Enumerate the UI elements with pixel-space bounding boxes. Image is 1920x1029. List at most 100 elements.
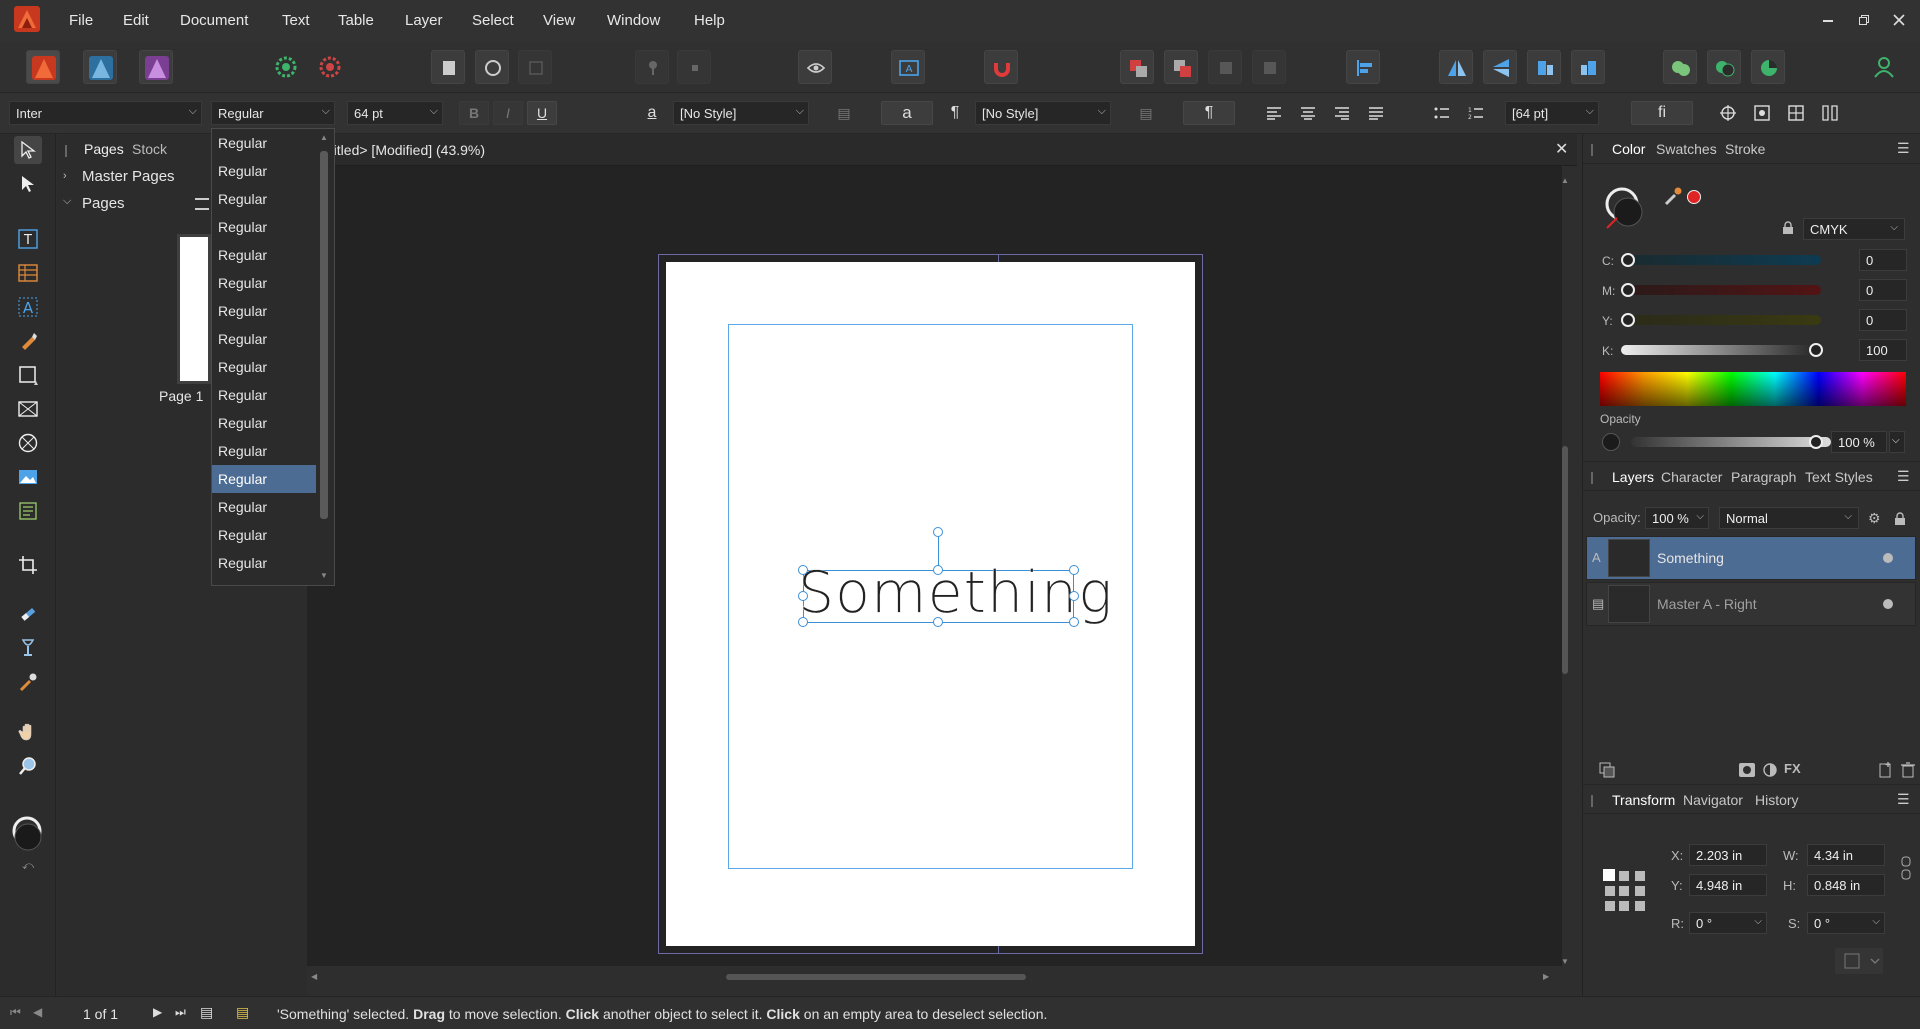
- rotate-right-icon[interactable]: [1571, 50, 1605, 84]
- adjustment-layer-icon[interactable]: [1763, 763, 1777, 777]
- affinity-publisher-logo-icon[interactable]: [14, 6, 40, 32]
- tab-stroke[interactable]: Stroke: [1725, 141, 1765, 157]
- font-style-option[interactable]: Regular: [212, 297, 316, 325]
- channel-slider-knob[interactable]: [1621, 313, 1635, 327]
- character-style-field[interactable]: [No Style] ⌵: [673, 101, 809, 125]
- menu-edit[interactable]: Edit: [123, 12, 149, 29]
- add-layer-icon[interactable]: [1879, 762, 1893, 778]
- menu-text[interactable]: Text: [282, 12, 310, 29]
- layer-visibility-icon[interactable]: [1883, 553, 1893, 563]
- lock-icon[interactable]: [1781, 221, 1795, 235]
- tab-stock[interactable]: Stock: [132, 141, 167, 157]
- resize-handle-bl[interactable]: [798, 617, 808, 627]
- resize-handle-tr[interactable]: [1069, 565, 1079, 575]
- layer-effects-fx-icon[interactable]: FX: [1784, 761, 1801, 776]
- resize-handle-t[interactable]: [933, 565, 943, 575]
- picked-color-swatch[interactable]: [1687, 190, 1701, 204]
- align-left-text-icon[interactable]: [1262, 101, 1286, 125]
- close-document-icon[interactable]: ✕: [1555, 139, 1568, 159]
- resize-handle-br[interactable]: [1069, 617, 1079, 627]
- resize-handle-r[interactable]: [1069, 591, 1079, 601]
- font-style-option[interactable]: Regular: [212, 549, 316, 577]
- font-style-option[interactable]: Regular: [212, 577, 316, 585]
- dropdown-scroll-up-icon[interactable]: ▲: [320, 133, 328, 142]
- artistic-text-tool-icon[interactable]: A: [14, 293, 42, 321]
- tab-transform[interactable]: Transform: [1612, 792, 1675, 808]
- color-mode-select[interactable]: CMYK ⌵: [1803, 218, 1905, 240]
- opacity-slider[interactable]: [1631, 437, 1831, 447]
- snapping-magnet-icon[interactable]: [984, 50, 1018, 84]
- master-pages-section[interactable]: Master Pages: [82, 168, 175, 185]
- character-panel-button[interactable]: a: [881, 101, 933, 125]
- delete-layer-icon[interactable]: [1901, 762, 1915, 778]
- view-mode-bleed-icon[interactable]: [475, 50, 509, 84]
- settings-gear-icon[interactable]: [269, 50, 303, 84]
- photo-persona-icon[interactable]: [139, 50, 173, 84]
- zoom-tool-icon[interactable]: [14, 752, 42, 780]
- color-picker-icon[interactable]: [1663, 186, 1683, 206]
- tab-layers[interactable]: Layers: [1612, 469, 1654, 485]
- tab-swatches[interactable]: Swatches: [1656, 141, 1717, 157]
- menu-table[interactable]: Table: [338, 12, 374, 29]
- channel-slider[interactable]: [1621, 315, 1821, 325]
- opacity-chevron-down-icon[interactable]: ⌵: [1889, 431, 1905, 453]
- place-image-tool-icon[interactable]: [14, 463, 42, 491]
- text-frame-icon[interactable]: A: [891, 50, 925, 84]
- font-style-option[interactable]: Regular: [212, 241, 316, 269]
- panel-menu-icon[interactable]: ☰: [1897, 140, 1910, 157]
- previous-page-icon[interactable]: ◀: [33, 1005, 42, 1019]
- fill-tool-icon[interactable]: [14, 600, 42, 628]
- close-window-icon[interactable]: [1887, 8, 1911, 32]
- rotation-handle[interactable]: [933, 527, 943, 537]
- flip-vertical-icon[interactable]: [1483, 50, 1517, 84]
- opacity-field[interactable]: 100 %: [1831, 431, 1887, 453]
- color-spectrum[interactable]: [1600, 372, 1906, 406]
- font-style-option[interactable]: Regular: [212, 269, 316, 297]
- font-style-option[interactable]: Regular: [212, 185, 316, 213]
- move-tool-icon[interactable]: [14, 136, 42, 164]
- first-page-icon[interactable]: ⏮: [10, 1005, 21, 1020]
- horizontal-scrollbar[interactable]: ◀ ▶: [311, 972, 1551, 982]
- underline-button[interactable]: U: [527, 101, 557, 125]
- tab-character[interactable]: Character: [1661, 469, 1722, 485]
- vertical-scroll-thumb[interactable]: [1562, 446, 1568, 674]
- account-user-icon[interactable]: [1867, 50, 1901, 84]
- arrange-layers-icon[interactable]: [1599, 762, 1615, 778]
- justify-text-icon[interactable]: [1364, 101, 1388, 125]
- columns-icon[interactable]: [1817, 101, 1843, 125]
- rotation-field[interactable]: 0 ° ⌵: [1689, 912, 1767, 934]
- tab-pages[interactable]: Pages: [84, 141, 124, 157]
- master-page-icon[interactable]: ▤: [236, 1004, 249, 1021]
- view-mode-clip-icon[interactable]: [518, 50, 552, 84]
- menu-document[interactable]: Document: [180, 12, 248, 29]
- font-style-option[interactable]: Regular: [212, 465, 316, 493]
- stroke-fill-swatch[interactable]: [11, 816, 45, 856]
- chevron-right-icon[interactable]: ›: [63, 170, 67, 182]
- link-proportions-icon[interactable]: [1901, 856, 1911, 880]
- restore-icon[interactable]: [1852, 8, 1876, 32]
- font-style-option[interactable]: Regular: [212, 213, 316, 241]
- font-style-option[interactable]: Regular: [212, 409, 316, 437]
- numbered-list-icon[interactable]: 12: [1464, 101, 1488, 125]
- dropdown-scroll-thumb[interactable]: [320, 151, 328, 519]
- channel-slider[interactable]: [1621, 285, 1821, 295]
- layer-row[interactable]: ▤ Master A - Right: [1586, 582, 1916, 626]
- view-mode-normal-icon[interactable]: [431, 50, 465, 84]
- document-canvas[interactable]: Something ▲ ▼ ◀ ▶: [307, 166, 1569, 981]
- leading-field[interactable]: [64 pt] ⌵: [1505, 101, 1599, 125]
- arrange-back-icon[interactable]: [1120, 50, 1154, 84]
- font-style-option[interactable]: Regular: [212, 437, 316, 465]
- channel-value-field[interactable]: 0: [1859, 309, 1907, 331]
- resize-handle-tl[interactable]: [798, 565, 808, 575]
- resize-handle-b[interactable]: [933, 617, 943, 627]
- scroll-left-icon[interactable]: ◀: [311, 972, 317, 981]
- panel-menu-icon[interactable]: ☰: [1897, 791, 1910, 808]
- channel-value-field[interactable]: 100: [1859, 339, 1907, 361]
- font-size-field[interactable]: 64 pt ⌵: [347, 101, 443, 125]
- scroll-down-icon[interactable]: ▼: [1561, 957, 1569, 966]
- font-style-option[interactable]: Regular: [212, 521, 316, 549]
- resize-handle-l[interactable]: [798, 591, 808, 601]
- rectangle-tool-icon[interactable]: [14, 361, 42, 389]
- y-field[interactable]: 4.948 in: [1689, 874, 1767, 896]
- dropdown-scroll-down-icon[interactable]: ▼: [320, 571, 328, 580]
